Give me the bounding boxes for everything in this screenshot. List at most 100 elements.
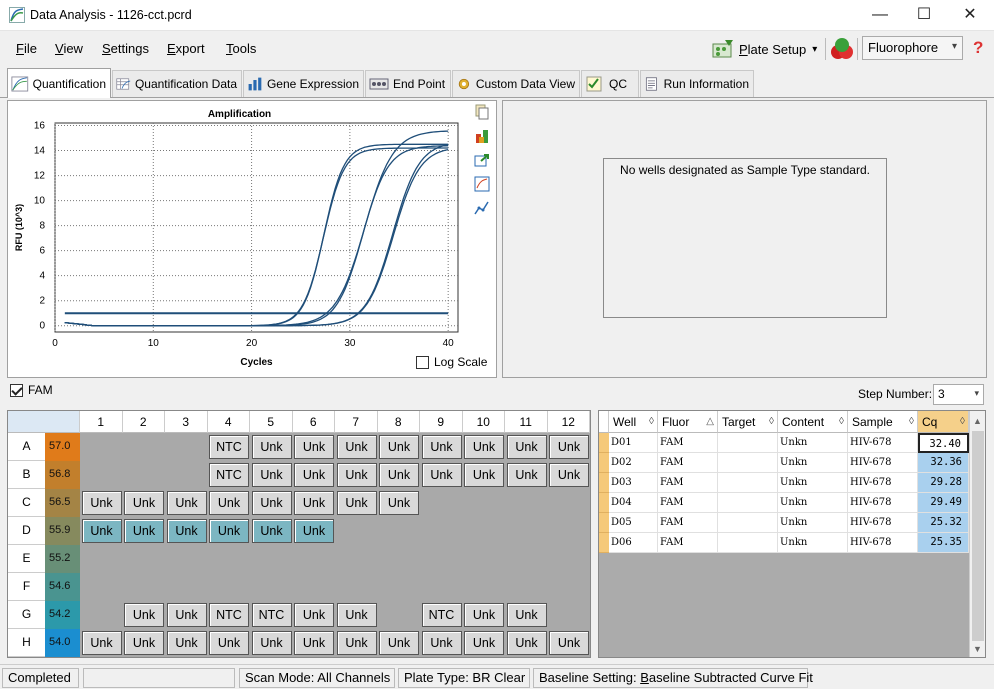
plate-well[interactable]: Unk [124,603,164,627]
table-cell-well[interactable]: D03 [609,473,658,493]
table-cell-fluor[interactable]: FAM [658,433,718,453]
plate-well[interactable]: Unk [209,491,249,515]
table-cell-target[interactable] [718,453,778,473]
plate-column-header[interactable]: 2 [122,411,165,433]
table-cell-well[interactable]: D06 [609,533,658,553]
sort-icon[interactable]: ◊ [769,411,774,433]
minimize-button[interactable]: — [857,0,903,30]
plate-row-header[interactable]: H [8,629,45,657]
plate-column-header[interactable]: 5 [250,411,293,433]
table-cell-sample[interactable]: HIV-678 [848,433,918,453]
copy-icon[interactable] [474,104,490,120]
plate-well[interactable]: Unk [336,603,377,627]
tab-end-point[interactable]: End Point [365,70,451,97]
plate-well[interactable]: Unk [336,491,377,515]
column-header-cq[interactable]: Cq ◊ [918,411,969,433]
plate-row-header[interactable]: E [8,545,45,573]
table-cell-fluor[interactable]: FAM [658,533,718,553]
plate-well[interactable]: Unk [81,631,122,655]
plate-row-header[interactable]: D [8,517,45,545]
vertical-scrollbar[interactable]: ▲ ▼ [969,411,985,657]
table-cell-target[interactable] [718,433,778,453]
table-cell-cq[interactable]: 29.49 [918,493,969,513]
plate-view[interactable]: 1 2 3 4 5 6 7 8 9 10 11 12 A 57.0 NTC Unk Unk Unk Unk Unk Un… [7,410,591,658]
tab-custom-data-view[interactable]: Custom Data View [452,70,580,97]
plate-well[interactable]: Unk [549,463,589,487]
table-cell-cq[interactable]: 32.40 [918,433,969,453]
plate-well[interactable]: Unk [209,519,249,543]
maximize-button[interactable]: ☐ [901,0,947,30]
sort-icon[interactable]: ◊ [839,411,844,433]
column-header-sample[interactable]: Sample ◊ [848,411,918,433]
plate-well[interactable]: Unk [506,435,547,459]
table-cell-target[interactable] [718,533,778,553]
tab-quantification-data[interactable]: Quantification Data [112,70,242,97]
plate-row-header[interactable]: C [8,489,45,517]
table-cell-fluor[interactable]: FAM [658,513,718,533]
sort-icon[interactable]: ◊ [649,411,654,433]
table-cell-content[interactable]: Unkn [778,473,848,493]
plate-well[interactable]: Unk [464,603,504,627]
plate-row-header[interactable]: G [8,601,45,629]
table-cell-target[interactable] [718,473,778,493]
column-header-well[interactable]: Well ◊ [609,411,658,433]
table-cell-sample[interactable]: HIV-678 [848,453,918,473]
plate-column-header[interactable]: 7 [335,411,378,433]
plate-well[interactable]: Unk [251,463,292,487]
menu-settings[interactable]: Settings [102,41,149,56]
plate-well[interactable]: Unk [251,519,292,543]
table-cell-target[interactable] [718,493,778,513]
step-number-select[interactable]: 3 ▾ [933,384,984,405]
scroll-down-icon[interactable]: ▼ [973,644,982,654]
plate-well[interactable]: Unk [506,463,547,487]
table-cell-well[interactable]: D05 [609,513,658,533]
plate-column-header[interactable]: 12 [547,411,590,433]
well-group-icon[interactable] [829,37,855,61]
table-cell-sample[interactable]: HIV-678 [848,473,918,493]
plate-well[interactable]: NTC [421,603,462,627]
table-cell-content[interactable]: Unkn [778,453,848,473]
amplification-chart[interactable]: 0 10 20 30 40 0 2 4 6 8 10 12 14 16 Cycles RFU (10^3) [8,101,471,373]
plate-column-header[interactable]: 6 [292,411,335,433]
plate-well[interactable]: Unk [166,631,207,655]
table-cell-sample[interactable]: HIV-678 [848,533,918,553]
plate-well[interactable]: Unk [549,435,589,459]
table-cell-cq[interactable]: 29.28 [918,473,969,493]
plate-well[interactable]: Unk [464,631,504,655]
plate-column-header[interactable]: 11 [505,411,548,433]
log-scale-checkbox[interactable]: Log Scale [416,355,487,369]
export-icon[interactable] [474,152,490,168]
menu-view[interactable]: View [55,41,83,56]
table-cell-content[interactable]: Unkn [778,533,848,553]
menu-export[interactable]: Export [167,41,205,56]
plate-well[interactable]: Unk [379,631,419,655]
plate-well[interactable]: Unk [336,631,377,655]
plate-row-header[interactable]: F [8,573,45,601]
results-table[interactable]: Well ◊ Fluor △ Target ◊ Content ◊ Sample ◊ Cq ◊ D01 F… [598,410,986,658]
menu-file[interactable]: File [16,41,37,56]
table-cell-well[interactable]: D01 [609,433,658,453]
plate-well[interactable]: Unk [294,435,334,459]
plate-well[interactable]: Unk [336,463,377,487]
plate-well[interactable]: Unk [209,631,249,655]
table-cell-cq[interactable]: 32.36 [918,453,969,473]
tab-qc[interactable]: QC [581,70,639,97]
plate-well[interactable]: Unk [421,463,462,487]
table-cell-well[interactable]: D04 [609,493,658,513]
fam-checkbox[interactable]: FAM [10,383,53,397]
plate-well[interactable]: Unk [81,491,122,515]
zoom-icon[interactable] [474,176,490,192]
plate-well[interactable]: Unk [294,603,334,627]
plate-well[interactable]: Unk [251,491,292,515]
sort-icon[interactable]: ◊ [960,411,965,433]
table-cell-fluor[interactable]: FAM [658,493,718,513]
plate-well[interactable]: Unk [421,435,462,459]
column-header-fluor[interactable]: Fluor △ [658,411,718,433]
plate-well[interactable]: Unk [379,463,419,487]
table-cell-well[interactable]: D02 [609,453,658,473]
fluorophore-select[interactable]: Fluorophore ▾ [862,36,963,60]
table-cell-content[interactable]: Unkn [778,493,848,513]
plate-row-header[interactable]: A [8,433,45,461]
plate-well[interactable]: Unk [421,631,462,655]
plate-column-header[interactable]: 3 [165,411,208,433]
